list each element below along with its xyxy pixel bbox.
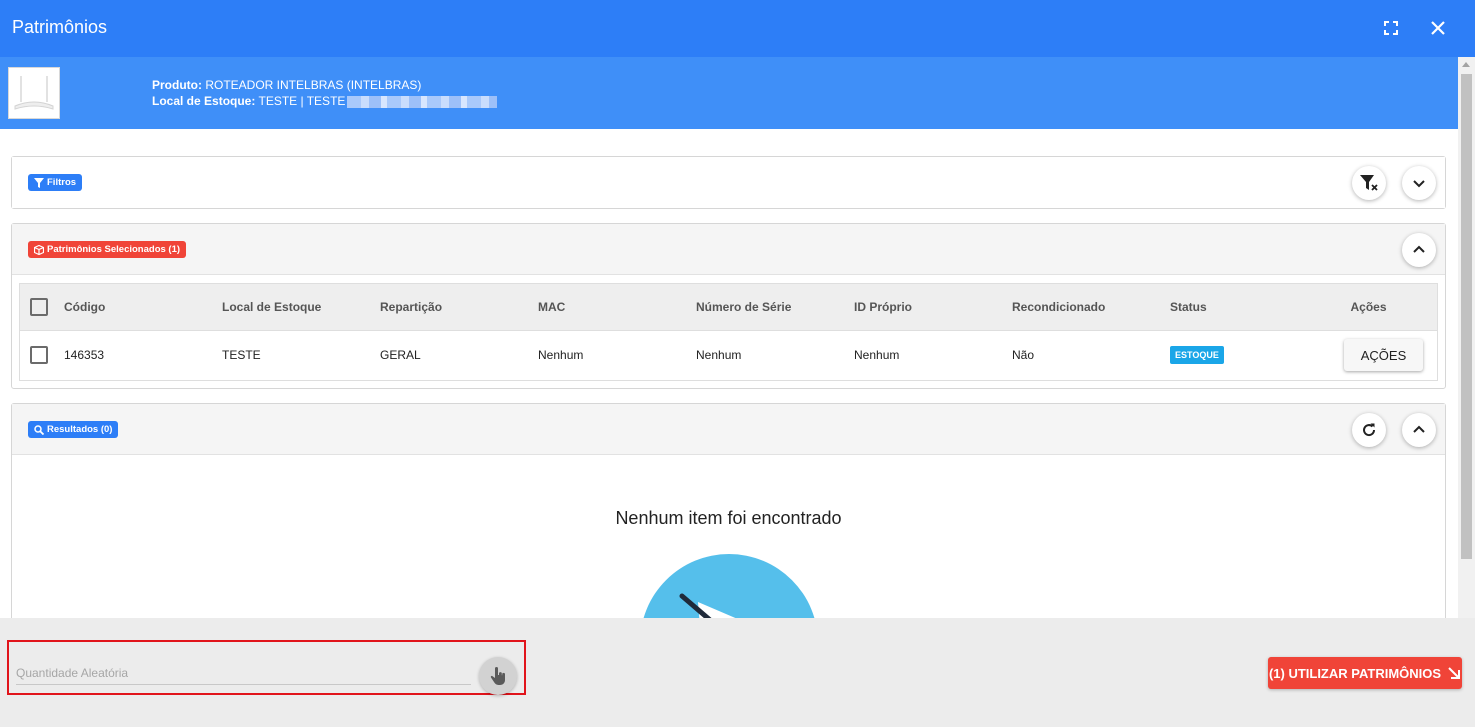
empty-state-text: Nenhum item foi encontrado xyxy=(615,508,842,528)
stock-location-value: TESTE | TESTE xyxy=(258,94,346,108)
product-label: Produto: xyxy=(152,78,202,92)
cell-id-proprio: Nenhum xyxy=(854,348,900,363)
product-value: ROTEADOR INTELBRAS (INTELBRAS) xyxy=(205,78,422,92)
refresh-button[interactable] xyxy=(1352,413,1386,447)
selected-table: Código Local de Estoque Repartição MAC N… xyxy=(19,283,1438,381)
selected-panel-header[interactable]: Patrimônios Selecionados (1) xyxy=(12,224,1445,275)
redacted-text xyxy=(347,95,498,108)
modal-body[interactable]: Produto: ROTEADOR INTELBRAS (INTELBRAS) … xyxy=(0,57,1475,618)
scroll-up-icon[interactable] xyxy=(1462,62,1470,67)
filter-icon xyxy=(34,177,44,188)
expand-filters-button[interactable] xyxy=(1402,166,1436,200)
filters-panel: Filtros xyxy=(11,156,1446,209)
collapse-selected-button[interactable] xyxy=(1402,233,1436,267)
cell-numero-serie: Nenhum xyxy=(696,348,742,363)
random-select-button[interactable] xyxy=(479,657,517,695)
selected-tag-label: Patrimônios Selecionados (1) xyxy=(47,244,181,255)
clear-filters-button[interactable] xyxy=(1352,166,1386,200)
results-tag-label: Resultados (0) xyxy=(47,424,113,435)
vertical-scrollbar[interactable] xyxy=(1458,57,1475,618)
fullscreen-icon[interactable] xyxy=(1380,17,1402,39)
column-header[interactable]: Status xyxy=(1170,284,1300,330)
product-info: Produto: ROTEADOR INTELBRAS (INTELBRAS) … xyxy=(152,77,498,109)
cell-mac: Nenhum xyxy=(538,348,584,363)
column-header[interactable]: Recondicionado xyxy=(1012,284,1170,330)
scrollbar-thumb[interactable] xyxy=(1461,74,1472,559)
select-all-checkbox[interactable] xyxy=(30,297,48,316)
column-header[interactable]: ID Próprio xyxy=(854,284,1012,330)
column-header[interactable]: Código xyxy=(64,284,222,330)
chevron-up-icon xyxy=(1413,425,1425,433)
selected-tag: Patrimônios Selecionados (1) xyxy=(28,241,187,258)
collapse-results-button[interactable] xyxy=(1402,413,1436,447)
selected-panel: Patrimônios Selecionados (1) Código Loca… xyxy=(11,223,1446,389)
filters-tag: Filtros xyxy=(28,174,83,191)
actions-button[interactable]: AÇÕES xyxy=(1344,339,1423,372)
cell-reparticao: GERAL xyxy=(380,348,421,363)
close-icon[interactable] xyxy=(1427,17,1449,39)
product-image xyxy=(8,67,60,119)
chevron-up-icon xyxy=(1413,245,1425,253)
results-panel-header[interactable]: Resultados (0) xyxy=(12,404,1445,455)
product-header: Produto: ROTEADOR INTELBRAS (INTELBRAS) … xyxy=(0,57,1458,129)
results-tag: Resultados (0) xyxy=(28,421,119,438)
refresh-icon xyxy=(1363,423,1376,437)
column-header[interactable]: MAC xyxy=(538,284,696,330)
cell-codigo: 146353 xyxy=(64,348,105,363)
column-header: Ações xyxy=(1350,299,1387,314)
row-checkbox[interactable] xyxy=(30,346,48,365)
modal-footer: (1) UTILIZAR PATRIMÔNIOS xyxy=(0,618,1475,727)
arrow-down-right-icon xyxy=(1448,667,1461,679)
random-quantity-group xyxy=(7,640,526,695)
table-header-row: Código Local de Estoque Repartição MAC N… xyxy=(20,284,1437,330)
cell-local: TESTE xyxy=(222,348,261,363)
results-panel: Resultados (0) Nenhum item foi encontrad… xyxy=(11,403,1446,618)
column-header[interactable]: Local de Estoque xyxy=(222,284,380,330)
filters-tag-label: Filtros xyxy=(47,177,77,188)
column-header[interactable]: Repartição xyxy=(380,284,538,330)
status-badge: ESTOQUE xyxy=(1170,346,1224,365)
modal-title: Patrimônios xyxy=(12,17,108,37)
use-assets-button[interactable]: (1) UTILIZAR PATRIMÔNIOS xyxy=(1268,657,1462,689)
chevron-down-icon xyxy=(1413,180,1425,188)
filters-panel-header[interactable]: Filtros xyxy=(12,157,1445,208)
use-assets-label: (1) UTILIZAR PATRIMÔNIOS xyxy=(1268,665,1442,681)
empty-state-illustration xyxy=(640,554,818,618)
table-row[interactable]: 146353 TESTE GERAL Nenhum Nenhum Nenhum … xyxy=(20,330,1437,380)
stock-location-label: Local de Estoque: xyxy=(152,94,256,108)
hand-pointer-icon xyxy=(490,667,505,685)
clear-filter-icon xyxy=(1360,175,1378,191)
modal-title-bar: Patrimônios xyxy=(0,0,1475,57)
cell-recondicionado: Não xyxy=(1012,348,1035,363)
box-icon xyxy=(34,244,44,255)
search-icon xyxy=(34,424,44,435)
random-quantity-input[interactable] xyxy=(16,662,471,685)
column-header[interactable]: Número de Série xyxy=(696,284,854,330)
